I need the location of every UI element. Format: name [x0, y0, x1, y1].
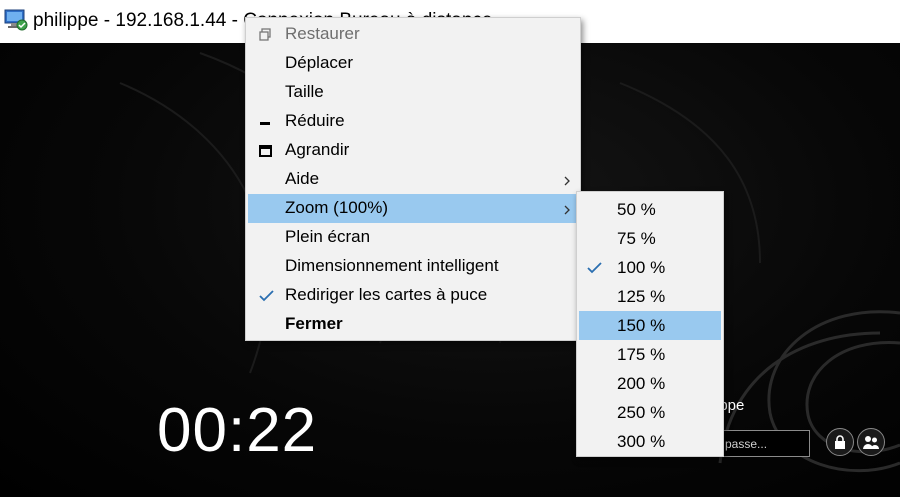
- zoom-option-label: 250 %: [617, 403, 666, 422]
- system-menu: Restaurer Déplacer Taille Réduire Agrand…: [245, 17, 581, 341]
- checkmark-icon: [258, 288, 274, 304]
- menu-item-zoom[interactable]: Zoom (100%): [248, 194, 578, 223]
- zoom-option-300[interactable]: 300 %: [579, 427, 721, 456]
- menu-item-label: Restaurer: [285, 24, 360, 43]
- zoom-option-100[interactable]: 100 %: [579, 253, 721, 282]
- menu-item-maximize[interactable]: Agrandir: [248, 136, 578, 165]
- zoom-option-label: 300 %: [617, 432, 666, 451]
- menu-item-move[interactable]: Déplacer: [248, 49, 578, 78]
- zoom-option-label: 200 %: [617, 374, 666, 393]
- zoom-option-50[interactable]: 50 %: [579, 195, 721, 224]
- chevron-right-icon: [562, 203, 572, 215]
- menu-item-label: Agrandir: [285, 140, 350, 159]
- menu-item-label: Réduire: [285, 111, 345, 130]
- zoom-option-label: 50 %: [617, 200, 656, 219]
- menu-item-label: Rediriger les cartes à puce: [285, 285, 488, 304]
- menu-item-fullscreen[interactable]: Plein écran: [248, 223, 578, 252]
- zoom-option-label: 125 %: [617, 287, 666, 306]
- menu-item-label: Plein écran: [285, 227, 371, 246]
- checkmark-icon: [586, 259, 604, 277]
- remote-desktop-icon[interactable]: [4, 9, 28, 31]
- zoom-option-200[interactable]: 200 %: [579, 369, 721, 398]
- menu-item-label: Dimensionnement intelligent: [285, 256, 499, 275]
- minimize-icon: [258, 114, 274, 130]
- menu-item-label: Aide: [285, 169, 320, 188]
- restore-icon: [258, 27, 274, 43]
- menu-item-label: Taille: [285, 82, 324, 101]
- menu-item-close[interactable]: Fermer: [248, 310, 578, 339]
- zoom-option-150[interactable]: 150 %: [579, 311, 721, 340]
- zoom-option-175[interactable]: 175 %: [579, 340, 721, 369]
- zoom-option-label: 100 %: [617, 258, 666, 277]
- zoom-option-75[interactable]: 75 %: [579, 224, 721, 253]
- menu-item-label: Fermer: [285, 314, 343, 333]
- chevron-right-icon: [562, 174, 572, 186]
- menu-item-help[interactable]: Aide: [248, 165, 578, 194]
- menu-item-redirect-smart-cards[interactable]: Rediriger les cartes à puce: [248, 281, 578, 310]
- menu-item-label: Zoom (100%): [285, 198, 388, 217]
- zoom-submenu: 50 % 75 % 100 % 125 % 150 % 175 % 200 % …: [576, 191, 724, 457]
- users-icon: [863, 436, 879, 449]
- zoom-option-label: 175 %: [617, 345, 666, 364]
- zoom-option-125[interactable]: 125 %: [579, 282, 721, 311]
- lock-screen-clock: 00:22: [157, 396, 318, 465]
- lock-icon: [835, 435, 845, 449]
- menu-item-restore[interactable]: Restaurer: [248, 20, 578, 49]
- password-input[interactable]: passe...: [716, 430, 810, 457]
- zoom-option-250[interactable]: 250 %: [579, 398, 721, 427]
- menu-item-label: Déplacer: [285, 53, 354, 72]
- maximize-icon: [258, 143, 274, 159]
- lock-button[interactable]: [826, 428, 854, 456]
- menu-item-size[interactable]: Taille: [248, 78, 578, 107]
- switch-user-button[interactable]: [857, 428, 885, 456]
- menu-item-minimize[interactable]: Réduire: [248, 107, 578, 136]
- zoom-option-label: 150 %: [617, 316, 666, 335]
- zoom-option-label: 75 %: [617, 229, 656, 248]
- menu-item-smart-sizing[interactable]: Dimensionnement intelligent: [248, 252, 578, 281]
